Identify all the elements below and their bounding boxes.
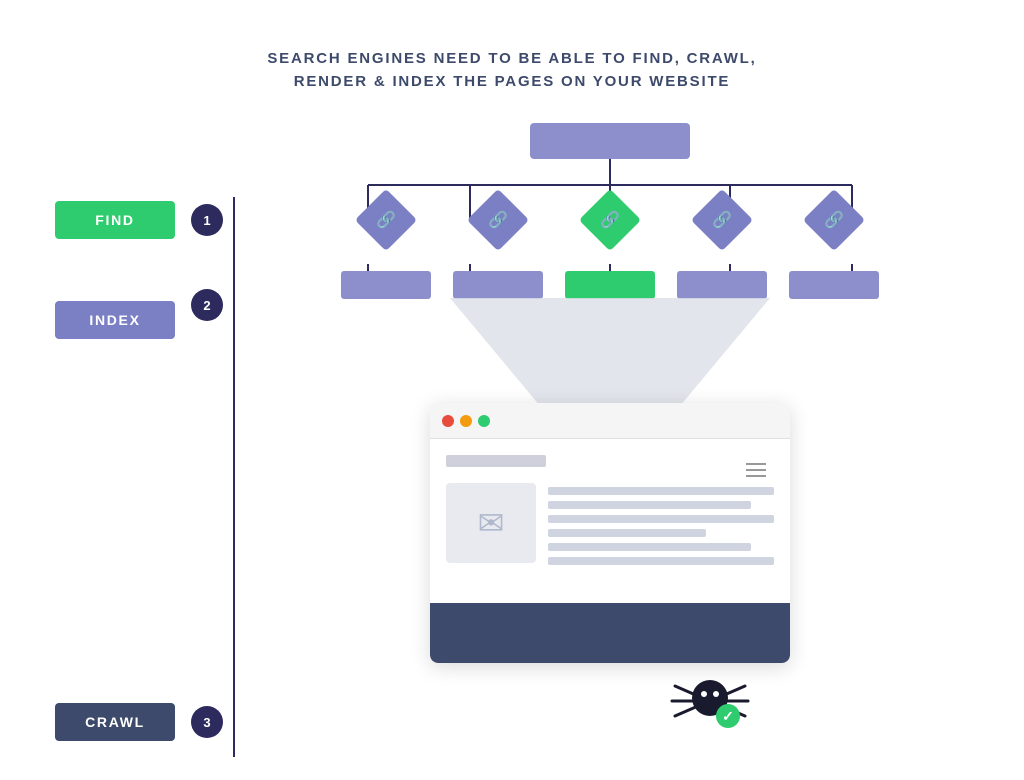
diamond-4-container: 🔗 — [700, 198, 744, 242]
browser-line-3 — [548, 515, 774, 523]
index-label: INDEX — [55, 301, 175, 339]
title-block: SEARCH ENGINES NEED TO BE ABLE TO FIND, … — [267, 48, 756, 93]
diamond-2-container: 🔗 — [476, 198, 520, 242]
browser-line-2 — [548, 501, 751, 509]
index-row: INDEX 2 — [55, 271, 223, 339]
crawl-row: CRAWL 3 — [55, 703, 223, 741]
step-2-circle: 2 — [191, 289, 223, 321]
envelope-icon: ✉ — [478, 504, 505, 542]
step-1-circle: 1 — [191, 204, 223, 236]
vertical-connector — [233, 197, 235, 757]
diagram-area: 🔗 🔗 🔗 🔗 — [270, 113, 950, 733]
browser-dot-red — [442, 415, 454, 427]
browser-address-bar — [446, 455, 546, 467]
svg-text:✓: ✓ — [722, 708, 734, 724]
browser-line-5 — [548, 543, 751, 551]
page-rect-2 — [453, 271, 543, 299]
browser-dot-yellow — [460, 415, 472, 427]
find-label: FIND — [55, 201, 175, 239]
browser-dot-green — [478, 415, 490, 427]
spider-container: ✓ — [670, 668, 750, 743]
link-icon-5: 🔗 — [824, 210, 844, 230]
diamonds-row: 🔗 🔗 🔗 🔗 — [330, 198, 890, 242]
diamond-5: 🔗 — [803, 189, 865, 251]
spider-svg: ✓ — [670, 668, 750, 738]
page-rect-1 — [341, 271, 431, 299]
page-rect-5 — [789, 271, 879, 299]
diamond-1: 🔗 — [355, 189, 417, 251]
hamburger-icon — [746, 463, 766, 477]
link-icon-2: 🔗 — [488, 210, 508, 230]
diamond-3-green: 🔗 — [579, 189, 641, 251]
diamond-3-container: 🔗 — [588, 198, 632, 242]
title-line1: SEARCH ENGINES NEED TO BE ABLE TO FIND, … — [267, 48, 756, 71]
find-row: FIND 1 — [55, 201, 223, 239]
crawl-label: CRAWL — [55, 703, 175, 741]
browser-line-4 — [548, 529, 706, 537]
browser-footer — [430, 603, 790, 663]
step-3-circle: 3 — [191, 706, 223, 738]
main-area: FIND 1 INDEX 2 CRAWL 3 — [0, 113, 1024, 780]
link-icon-4: 🔗 — [712, 210, 732, 230]
funnel-container — [450, 298, 770, 418]
browser-image-placeholder: ✉ — [446, 483, 536, 563]
page-rect-4 — [677, 271, 767, 299]
diamond-5-container: 🔗 — [812, 198, 856, 242]
title-line2: RENDER & INDEX THE PAGES ON YOUR WEBSITE — [267, 71, 756, 94]
diamond-4: 🔗 — [691, 189, 753, 251]
link-icon-1: 🔗 — [376, 210, 396, 230]
browser-content-row: ✉ — [446, 483, 774, 565]
page-container: SEARCH ENGINES NEED TO BE ABLE TO FIND, … — [0, 0, 1024, 780]
browser-titlebar — [430, 403, 790, 439]
diamond-2: 🔗 — [467, 189, 529, 251]
browser-body: ✉ — [430, 439, 790, 603]
page-rect-3-green — [565, 271, 655, 299]
diamond-1-container: 🔗 — [364, 198, 408, 242]
browser-line-1 — [548, 487, 774, 495]
browser-window: ✉ — [430, 403, 790, 663]
browser-lines — [548, 483, 774, 565]
pages-row — [330, 271, 890, 299]
funnel-svg — [450, 298, 770, 418]
link-icon-3: 🔗 — [600, 210, 620, 230]
browser-line-6 — [548, 557, 774, 565]
